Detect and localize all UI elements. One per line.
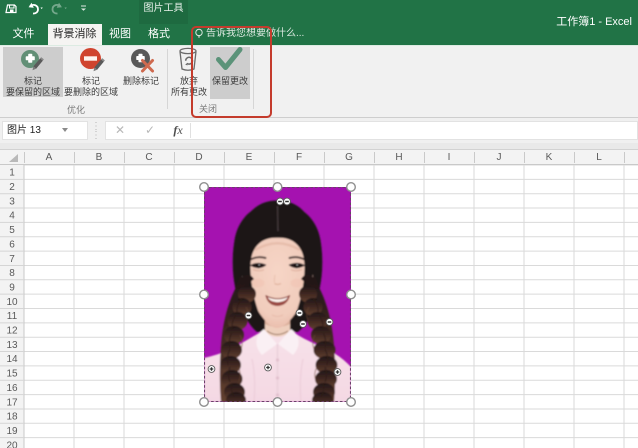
svg-text:18: 18 [6,411,18,422]
svg-text:6: 6 [9,239,15,250]
svg-text:1: 1 [9,167,15,178]
svg-text:8: 8 [9,268,15,279]
svg-text:3: 3 [9,196,15,207]
svg-text:20: 20 [6,440,18,448]
svg-text:2: 2 [9,182,15,193]
svg-text:11: 11 [7,311,18,322]
svg-text:14: 14 [6,354,18,365]
svg-text:19: 19 [6,425,18,436]
svg-text:10: 10 [6,296,18,307]
svg-text:12: 12 [6,325,18,336]
svg-text:13: 13 [6,339,18,350]
svg-text:15: 15 [6,368,18,379]
svg-text:7: 7 [9,253,15,264]
svg-text:17: 17 [6,397,18,408]
svg-text:9: 9 [9,282,15,293]
svg-text:5: 5 [9,225,15,236]
svg-text:16: 16 [6,382,18,393]
svg-text:4: 4 [9,210,15,221]
